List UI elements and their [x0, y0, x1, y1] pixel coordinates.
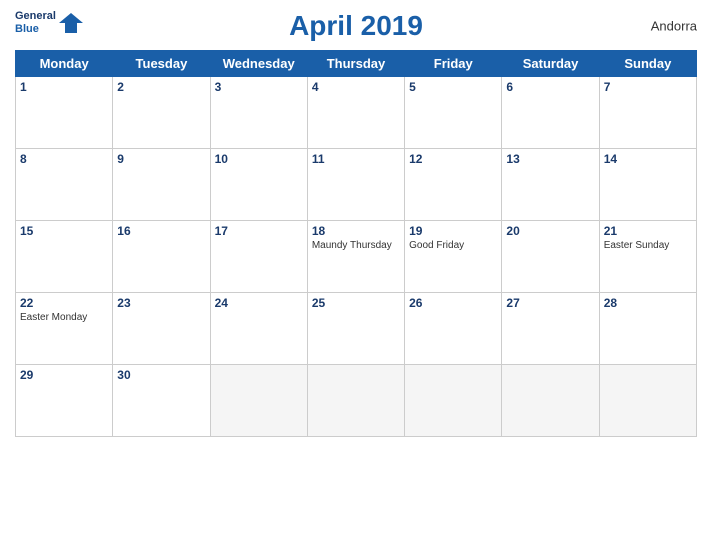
- calendar-cell-w1-d1: 1: [16, 77, 113, 149]
- cell-date-number: 8: [20, 152, 108, 166]
- cell-date-number: 11: [312, 152, 400, 166]
- calendar-cell-w3-d3: 17: [210, 221, 307, 293]
- country-label: Andorra: [651, 19, 697, 34]
- cell-date-number: 12: [409, 152, 497, 166]
- calendar-cell-w3-d6: 20: [502, 221, 599, 293]
- logo-area: General Blue: [15, 10, 83, 36]
- logo-general: General: [15, 10, 56, 23]
- calendar-cell-w5-d1: 29: [16, 365, 113, 437]
- calendar-cell-w4-d2: 23: [113, 293, 210, 365]
- calendar-cell-w3-d7: 21 Easter Sunday: [599, 221, 696, 293]
- cell-date-number: 2: [117, 80, 205, 94]
- cell-date-number: 23: [117, 296, 205, 310]
- calendar-cell-w2-d2: 9: [113, 149, 210, 221]
- cell-holiday-label: Easter Monday: [20, 312, 108, 323]
- cell-date-number: 26: [409, 296, 497, 310]
- calendar-cell-w1-d5: 5: [405, 77, 502, 149]
- cell-date-number: 4: [312, 80, 400, 94]
- calendar-cell-w2-d3: 10: [210, 149, 307, 221]
- cell-date-number: 7: [604, 80, 692, 94]
- calendar-cell-w2-d5: 12: [405, 149, 502, 221]
- calendar-cell-w4-d5: 26: [405, 293, 502, 365]
- header-monday: Monday: [16, 51, 113, 77]
- cell-date-number: 14: [604, 152, 692, 166]
- cell-date-number: 1: [20, 80, 108, 94]
- cell-date-number: 17: [215, 224, 303, 238]
- calendar-body: 123456789101112131415161718Maundy Thursd…: [16, 77, 697, 437]
- calendar-cell-w5-d6: [502, 365, 599, 437]
- calendar-cell-w4-d7: 28: [599, 293, 696, 365]
- calendar-cell-w4-d4: 25: [307, 293, 404, 365]
- week-row-1: 1234567: [16, 77, 697, 149]
- calendar-cell-w1-d4: 4: [307, 77, 404, 149]
- calendar-cell-w3-d5: 19 Good Friday: [405, 221, 502, 293]
- header-wednesday: Wednesday: [210, 51, 307, 77]
- calendar-cell-w3-d1: 15: [16, 221, 113, 293]
- calendar-cell-w5-d5: [405, 365, 502, 437]
- cell-date-number: 22: [20, 296, 108, 310]
- logo-blue: Blue: [15, 23, 56, 36]
- header-tuesday: Tuesday: [113, 51, 210, 77]
- calendar-title: April 2019: [289, 10, 423, 42]
- calendar-cell-w1-d6: 6: [502, 77, 599, 149]
- logo-bird-icon: [59, 13, 83, 33]
- week-row-3: 15 16 17 18 Maundy Thursday 19 Good Friday 20 21…: [16, 221, 697, 293]
- calendar-cell-w3-d4: 18 Maundy Thursday: [307, 221, 404, 293]
- cell-date-number: 3: [215, 80, 303, 94]
- cell-date-number: 6: [506, 80, 594, 94]
- calendar-header: General Blue April 2019 Andorra: [15, 10, 697, 42]
- cell-holiday-label: Easter Sunday: [604, 240, 692, 251]
- calendar-cell-w4-d1: 22 Easter Monday: [16, 293, 113, 365]
- calendar-cell-w2-d6: 13: [502, 149, 599, 221]
- cell-date-number: 5: [409, 80, 497, 94]
- calendar-cell-w1-d7: 7: [599, 77, 696, 149]
- calendar-cell-w2-d1: 8: [16, 149, 113, 221]
- cell-date-number: 25: [312, 296, 400, 310]
- weekday-header-row: Monday Tuesday Wednesday Thursday Friday…: [16, 51, 697, 77]
- cell-date-number: 10: [215, 152, 303, 166]
- cell-holiday-label: Good Friday: [409, 240, 497, 251]
- calendar-cell-w4-d3: 24: [210, 293, 307, 365]
- cell-date-number: 21: [604, 224, 692, 238]
- header-friday: Friday: [405, 51, 502, 77]
- calendar-cell-w5-d4: [307, 365, 404, 437]
- cell-date-number: 15: [20, 224, 108, 238]
- calendar-cell-w5-d3: [210, 365, 307, 437]
- cell-holiday-label: Maundy Thursday: [312, 240, 400, 251]
- header-saturday: Saturday: [502, 51, 599, 77]
- cell-date-number: 24: [215, 296, 303, 310]
- calendar-cell-w3-d2: 16: [113, 221, 210, 293]
- calendar-cell-w5-d7: [599, 365, 696, 437]
- cell-date-number: 30: [117, 368, 205, 382]
- calendar-cell-w2-d4: 11: [307, 149, 404, 221]
- cell-date-number: 18: [312, 224, 400, 238]
- cell-date-number: 27: [506, 296, 594, 310]
- cell-date-number: 28: [604, 296, 692, 310]
- calendar-cell-w1-d2: 2: [113, 77, 210, 149]
- calendar-cell-w2-d7: 14: [599, 149, 696, 221]
- cell-date-number: 29: [20, 368, 108, 382]
- cell-date-number: 13: [506, 152, 594, 166]
- calendar-table: Monday Tuesday Wednesday Thursday Friday…: [15, 50, 697, 437]
- logo-container: General Blue: [15, 10, 83, 36]
- cell-date-number: 9: [117, 152, 205, 166]
- week-row-5: 29 30: [16, 365, 697, 437]
- cell-date-number: 16: [117, 224, 205, 238]
- cell-date-number: 19: [409, 224, 497, 238]
- calendar-cell-w4-d6: 27: [502, 293, 599, 365]
- calendar-cell-w5-d2: 30: [113, 365, 210, 437]
- header-thursday: Thursday: [307, 51, 404, 77]
- week-row-2: 89 10 11 12 13 14: [16, 149, 697, 221]
- cell-date-number: 20: [506, 224, 594, 238]
- header-sunday: Sunday: [599, 51, 696, 77]
- calendar-cell-w1-d3: 3: [210, 77, 307, 149]
- calendar-wrapper: General Blue April 2019 Andorra Monday T…: [0, 0, 712, 550]
- logo-text: General Blue: [15, 10, 83, 36]
- week-row-4: 22 Easter Monday 23 24 25 26 27 28: [16, 293, 697, 365]
